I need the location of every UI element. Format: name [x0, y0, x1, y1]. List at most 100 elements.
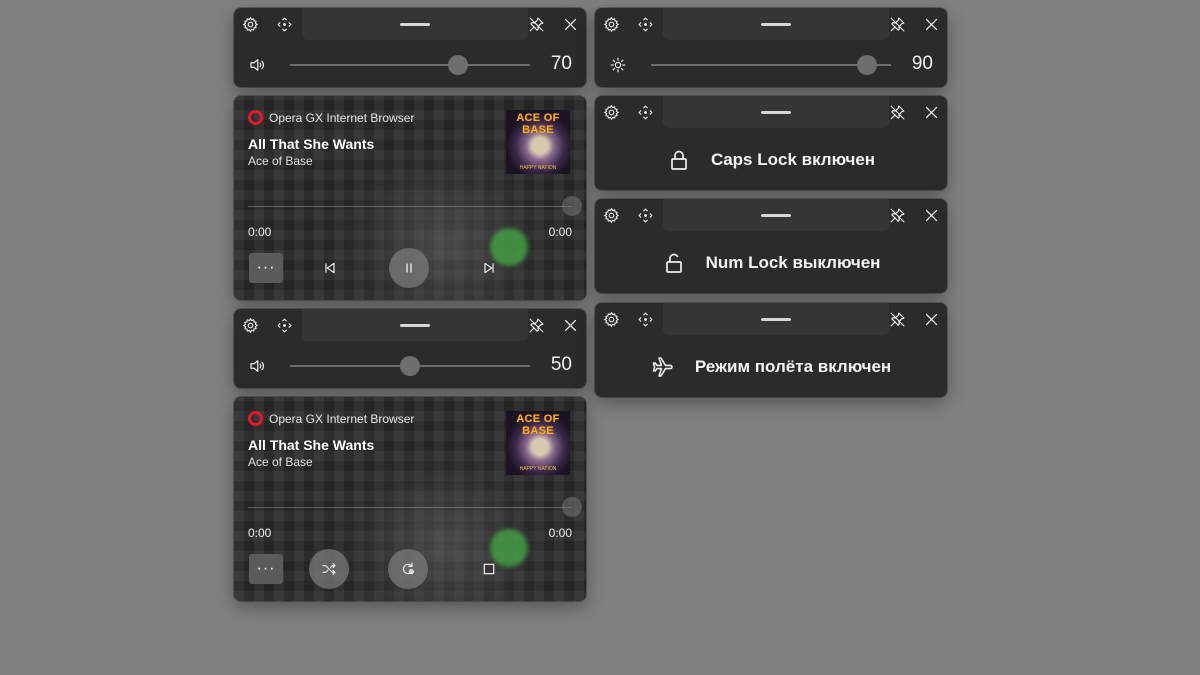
track-artist: Ace of Base — [248, 154, 313, 168]
caps-lock-text: Caps Lock включен — [710, 150, 876, 169]
move-icon — [276, 16, 293, 33]
volume-flyout: 70 — [234, 8, 586, 87]
grip-icon — [761, 110, 791, 114]
drag-handle[interactable] — [663, 96, 889, 128]
drag-handle[interactable] — [663, 8, 889, 40]
unpin-button[interactable] — [881, 199, 913, 231]
track-title: All That She Wants — [248, 136, 375, 152]
close-button[interactable] — [915, 199, 947, 231]
gear-icon — [242, 317, 259, 334]
unpin-button[interactable] — [520, 309, 552, 341]
num-lock-flyout: Num Lock выключен — [595, 199, 947, 293]
flyout-titlebar — [234, 309, 586, 341]
brightness-slider[interactable] — [651, 55, 891, 75]
seek-bar[interactable] — [248, 196, 582, 216]
gear-icon — [603, 104, 620, 121]
close-button[interactable] — [554, 309, 586, 341]
gear-icon — [242, 16, 259, 33]
unpin-icon — [889, 207, 906, 224]
settings-button[interactable] — [595, 303, 627, 335]
move-button[interactable] — [629, 199, 661, 231]
grip-icon — [761, 22, 791, 26]
move-button[interactable] — [268, 309, 300, 341]
volume-slider[interactable] — [290, 356, 530, 376]
track-artist: Ace of Base — [248, 455, 313, 469]
unpin-button[interactable] — [881, 303, 913, 335]
settings-button[interactable] — [234, 8, 266, 40]
brightness-flyout: 90 — [595, 8, 947, 87]
settings-button[interactable] — [595, 96, 627, 128]
settings-button[interactable] — [234, 309, 266, 341]
settings-button[interactable] — [595, 8, 627, 40]
settings-button[interactable] — [595, 199, 627, 231]
close-button[interactable] — [554, 8, 586, 40]
close-icon — [562, 16, 579, 33]
close-button[interactable] — [915, 303, 947, 335]
next-track-button[interactable] — [479, 258, 499, 278]
unpin-button[interactable] — [881, 96, 913, 128]
move-icon — [637, 16, 654, 33]
slider-thumb[interactable] — [400, 356, 420, 376]
drag-handle[interactable] — [302, 8, 528, 40]
move-button[interactable] — [268, 8, 300, 40]
album-art-subtitle: HAPPY NATION — [519, 466, 557, 472]
grip-icon — [761, 213, 791, 217]
unpin-button[interactable] — [520, 8, 552, 40]
media-flyout: Opera GX Internet Browser All That She W… — [234, 397, 586, 601]
more-options-button[interactable]: ··· — [249, 554, 283, 584]
speaker-icon[interactable] — [246, 355, 268, 377]
unpin-button[interactable] — [881, 8, 913, 40]
move-icon — [637, 104, 654, 121]
gear-icon — [603, 207, 620, 224]
move-button[interactable] — [629, 8, 661, 40]
shuffle-button[interactable] — [309, 549, 349, 589]
drag-handle[interactable] — [663, 199, 889, 231]
drag-handle[interactable] — [302, 309, 528, 341]
flyout-titlebar — [595, 8, 947, 40]
stop-icon — [481, 561, 497, 577]
close-icon — [923, 104, 940, 121]
unpin-icon — [889, 311, 906, 328]
pause-button[interactable] — [389, 248, 429, 288]
close-button[interactable] — [915, 96, 947, 128]
more-options-button[interactable]: ··· — [249, 253, 283, 283]
time-total: 0:00 — [548, 526, 572, 540]
seek-thumb[interactable] — [562, 196, 582, 216]
volume-slider[interactable] — [290, 55, 530, 75]
slider-thumb[interactable] — [857, 55, 877, 75]
num-lock-status: Num Lock выключен — [595, 243, 947, 283]
volume-value: 50 — [550, 354, 572, 375]
volume-slider-row: 70 — [234, 48, 586, 80]
album-art-subtitle: HAPPY NATION — [519, 165, 557, 171]
lock-closed-icon — [667, 148, 691, 172]
close-icon — [923, 207, 940, 224]
album-art-title: ACE OF BASE — [516, 112, 560, 136]
seek-bar[interactable] — [248, 497, 582, 517]
opera-icon — [248, 411, 263, 426]
move-button[interactable] — [629, 303, 661, 335]
flyout-titlebar — [234, 8, 586, 40]
media-flyout: Opera GX Internet Browser All That She W… — [234, 96, 586, 300]
volume-flyout: 50 — [234, 309, 586, 388]
media-source: Opera GX Internet Browser — [248, 110, 414, 125]
drag-handle[interactable] — [663, 303, 889, 335]
close-button[interactable] — [915, 8, 947, 40]
move-icon — [637, 207, 654, 224]
gear-icon — [603, 311, 620, 328]
time-total: 0:00 — [548, 225, 572, 239]
move-icon — [276, 317, 293, 334]
shuffle-icon — [321, 561, 337, 577]
grip-icon — [761, 317, 791, 321]
media-source-label: Opera GX Internet Browser — [269, 411, 415, 426]
media-source-label: Opera GX Internet Browser — [269, 110, 415, 125]
move-button[interactable] — [629, 96, 661, 128]
unpin-icon — [889, 104, 906, 121]
previous-track-button[interactable] — [320, 258, 340, 278]
speaker-icon[interactable] — [246, 54, 268, 76]
track-title: All That She Wants — [248, 437, 375, 453]
time-elapsed: 0:00 — [248, 526, 272, 540]
repeat-button[interactable] — [388, 549, 428, 589]
stop-button[interactable] — [479, 559, 499, 579]
slider-thumb[interactable] — [448, 55, 468, 75]
seek-thumb[interactable] — [562, 497, 582, 517]
